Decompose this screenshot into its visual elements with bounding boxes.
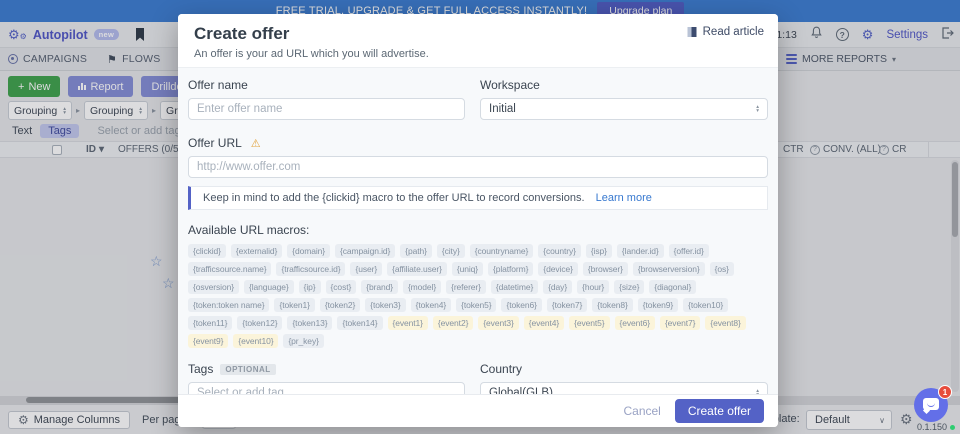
macro-chip[interactable]: {event5} xyxy=(569,316,609,330)
macro-chip[interactable]: {token1} xyxy=(274,298,314,312)
chat-widget-button[interactable]: 1 xyxy=(914,388,948,422)
optional-badge: OPTIONAL xyxy=(220,364,275,375)
macro-chip[interactable]: {event9} xyxy=(188,334,228,348)
macro-chip[interactable]: {lander.id} xyxy=(617,244,664,258)
modal-footer: Cancel Create offer xyxy=(178,394,778,427)
macros-label: Available URL macros: xyxy=(188,223,768,237)
macro-chip[interactable]: {countryname} xyxy=(470,244,534,258)
macro-chip[interactable]: {pr_key} xyxy=(283,334,323,348)
macro-chip[interactable]: {token3} xyxy=(365,298,405,312)
macro-chip[interactable]: {language} xyxy=(244,280,294,294)
macro-chip[interactable]: {country} xyxy=(538,244,581,258)
macro-chip[interactable]: {event4} xyxy=(524,316,564,330)
chat-unread-badge: 1 xyxy=(938,385,952,399)
macro-chip[interactable]: {browser} xyxy=(583,262,628,276)
macro-chip[interactable]: {token11} xyxy=(188,316,232,330)
macro-chip[interactable]: {event6} xyxy=(615,316,655,330)
macro-chip[interactable]: {browserversion} xyxy=(633,262,705,276)
macro-chip[interactable]: {event3} xyxy=(478,316,518,330)
macro-chip[interactable]: {hour} xyxy=(577,280,609,294)
country-label: Country xyxy=(480,362,768,376)
macro-chip[interactable]: {token10} xyxy=(683,298,728,312)
chat-bubble-icon xyxy=(923,398,939,410)
app-window: FREE TRIAL. UPGRADE & GET FULL ACCESS IN… xyxy=(0,0,960,434)
cancel-button[interactable]: Cancel xyxy=(623,404,660,418)
warning-icon: ⚠ xyxy=(251,138,261,150)
macro-chip[interactable]: {ip} xyxy=(299,280,321,294)
clickid-note: Keep in mind to add the {clickid} macro … xyxy=(188,186,768,210)
offer-url-label: Offer URL ⚠ xyxy=(188,136,768,150)
status-dot xyxy=(950,425,955,430)
offer-url-input[interactable] xyxy=(188,156,768,178)
macro-chip[interactable]: {token12} xyxy=(237,316,282,330)
macro-chip[interactable]: {affiliate.user} xyxy=(387,262,447,276)
macro-chip[interactable]: {city} xyxy=(437,244,465,258)
workspace-label: Workspace xyxy=(480,78,768,92)
macro-chip[interactable]: {size} xyxy=(614,280,644,294)
modal-header: Create offer An offer is your ad URL whi… xyxy=(178,14,778,67)
macro-chip[interactable]: {event10} xyxy=(233,334,278,348)
macro-chip[interactable]: {clickid} xyxy=(188,244,226,258)
create-offer-modal: Create offer An offer is your ad URL whi… xyxy=(178,14,778,427)
macro-chip[interactable]: {referer} xyxy=(446,280,486,294)
workspace-select[interactable]: Initial ▴▾ xyxy=(480,98,768,120)
macro-chip[interactable]: {token6} xyxy=(501,298,541,312)
macro-chip-list: {clickid} {externalid} {domain} {campaign.i… xyxy=(188,244,768,348)
macro-chip[interactable]: {event1} xyxy=(388,316,428,330)
read-article-link[interactable]: Read article xyxy=(686,26,764,38)
modal-subtitle: An offer is your ad URL which you will a… xyxy=(194,48,762,60)
macro-chip[interactable]: {token13} xyxy=(287,316,332,330)
version-label: 0.1.150 xyxy=(917,422,955,432)
macro-chip[interactable]: {device} xyxy=(538,262,577,276)
create-offer-button[interactable]: Create offer xyxy=(675,399,764,423)
macro-chip[interactable]: {isp} xyxy=(586,244,612,258)
modal-body: Offer name Workspace Initial ▴▾ Offer UR… xyxy=(178,67,778,400)
tags-label: Tags xyxy=(188,362,213,376)
macro-chip[interactable]: {day} xyxy=(543,280,572,294)
macro-chip[interactable]: {model} xyxy=(403,280,441,294)
macro-chip[interactable]: {event8} xyxy=(705,316,745,330)
macro-chip[interactable]: {domain} xyxy=(287,244,330,258)
updown-carets-icon: ▴▾ xyxy=(756,105,759,113)
macro-chip[interactable]: {externalid} xyxy=(231,244,282,258)
macro-chip[interactable]: {event7} xyxy=(660,316,700,330)
macro-chip[interactable]: {offer.id} xyxy=(669,244,709,258)
macro-chip[interactable]: {token2} xyxy=(320,298,360,312)
macro-chip[interactable]: {campaign.id} xyxy=(335,244,395,258)
macro-chip[interactable]: {os} xyxy=(710,262,734,276)
macro-chip[interactable]: {cost} xyxy=(326,280,357,294)
macro-chip[interactable]: {diagonal} xyxy=(649,280,696,294)
learn-more-link[interactable]: Learn more xyxy=(596,192,652,204)
macro-chip[interactable]: {trafficsource.id} xyxy=(276,262,345,276)
macro-chip[interactable]: {osversion} xyxy=(188,280,239,294)
macro-chip[interactable]: {token14} xyxy=(337,316,382,330)
macro-chip[interactable]: {path} xyxy=(400,244,432,258)
macro-chip[interactable]: {user} xyxy=(350,262,382,276)
macro-chip[interactable]: {token5} xyxy=(456,298,496,312)
offer-name-input[interactable] xyxy=(188,98,465,120)
macro-chip[interactable]: {token4} xyxy=(411,298,451,312)
offer-name-label: Offer name xyxy=(188,78,465,92)
macro-chip[interactable]: {token:token name} xyxy=(188,298,269,312)
macro-chip[interactable]: {token9} xyxy=(638,298,678,312)
macro-chip[interactable]: {trafficsource.name} xyxy=(188,262,271,276)
macro-chip[interactable]: {token7} xyxy=(547,298,587,312)
macro-chip[interactable]: {uniq} xyxy=(452,262,483,276)
macro-chip[interactable]: {token8} xyxy=(592,298,632,312)
macro-chip[interactable]: {event2} xyxy=(433,316,473,330)
book-icon xyxy=(686,26,698,38)
macro-chip[interactable]: {brand} xyxy=(361,280,398,294)
modal-title: Create offer xyxy=(194,24,762,44)
macro-chip[interactable]: {platform} xyxy=(488,262,533,276)
macro-chip[interactable]: {datetime} xyxy=(491,280,538,294)
